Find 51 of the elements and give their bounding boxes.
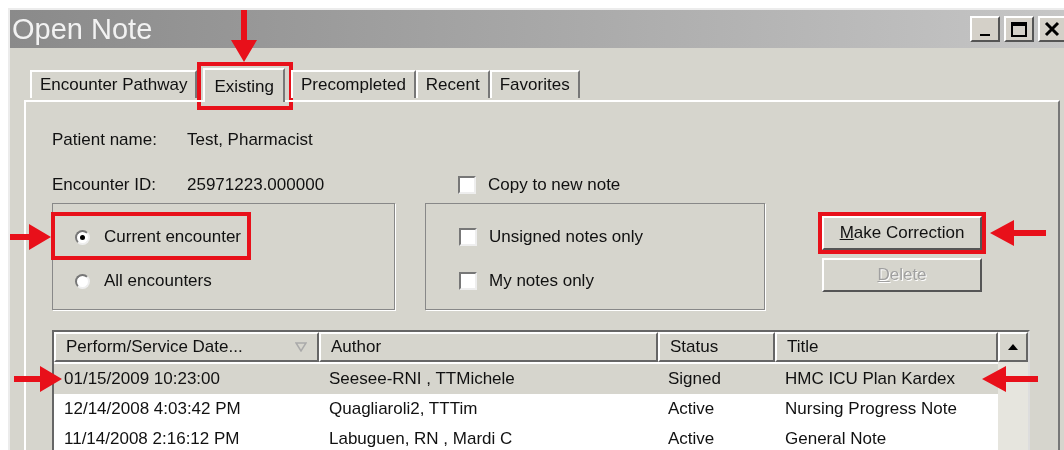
column-header[interactable]: Author <box>319 332 658 362</box>
checkbox-label: Unsigned notes only <box>489 226 644 249</box>
table-cell-text: Seesee-RNI , TTMichele <box>328 368 516 391</box>
column-title: Author <box>331 336 382 359</box>
close-icon <box>1044 21 1060 37</box>
table-cell-text: Labuguen, RN , Mardi C <box>328 428 514 450</box>
tab[interactable]: Recent <box>415 70 490 98</box>
column-title: Perform/Service Date... <box>66 336 243 359</box>
tab[interactable]: Existing <box>203 68 285 102</box>
tab[interactable]: Precompleted <box>290 70 416 98</box>
tab[interactable]: Encounter Pathway <box>30 70 198 98</box>
table-cell-text: Nursing Progress Note <box>784 398 958 421</box>
column-title: Title <box>787 336 819 359</box>
table-cell-text: 01/15/2009 10:23:00 <box>63 368 221 391</box>
up-arrow-icon <box>1008 344 1018 350</box>
table-cell-text: Active <box>667 398 716 421</box>
table-cell-text: Quagliaroli2, TTTim <box>328 398 479 421</box>
checkbox[interactable] <box>459 272 477 290</box>
checkbox[interactable] <box>459 228 477 246</box>
close-button[interactable] <box>1038 16 1064 42</box>
column-header[interactable]: Perform/Service Date... <box>54 332 319 362</box>
checkbox-label: My notes only <box>489 270 594 293</box>
scroll-up-button[interactable] <box>998 332 1028 362</box>
patient-name-label: Patient name: <box>52 129 158 152</box>
radio-button[interactable] <box>75 229 90 245</box>
table-cell-text: 12/14/2008 4:03:42 PM <box>63 398 242 421</box>
radio-label: Current encounter <box>104 226 242 249</box>
table-cell-text: Active <box>667 428 716 450</box>
button[interactable]: Make Correction <box>822 216 982 250</box>
sort-icon <box>295 342 307 352</box>
table-cell-text: General Note <box>784 428 888 450</box>
encounter-id-value: 25971223.000000 <box>187 174 326 197</box>
table-cell-text: HMC ICU Plan Kardex <box>784 368 957 391</box>
minimize-button[interactable] <box>970 16 1000 42</box>
radio-label: All encounters <box>104 270 212 293</box>
column-title: Status <box>670 336 719 359</box>
patient-name-value: Test, Pharmacist <box>187 129 313 152</box>
checkbox[interactable] <box>458 176 476 194</box>
column-header[interactable]: Status <box>658 332 775 362</box>
checkbox-label: Copy to new note <box>488 174 621 197</box>
maximize-icon <box>1011 21 1027 37</box>
radio-button[interactable] <box>75 273 90 289</box>
tab[interactable]: Favorites <box>489 70 580 98</box>
column-header[interactable]: Title <box>775 332 998 362</box>
table-cell-text: 11/14/2008 2:16:12 PM <box>63 428 241 450</box>
window-title: Open Note <box>11 14 153 44</box>
maximize-button[interactable] <box>1004 16 1034 42</box>
table-row[interactable]: 01/15/2009 10:23:00 Seesee-RNI , TTMichele Signed HMC ICU Plan Kardex <box>54 364 998 394</box>
encounter-id-label: Encounter ID: <box>52 174 157 197</box>
minimize-icon <box>980 33 990 36</box>
table-cell-text: Signed <box>667 368 722 391</box>
